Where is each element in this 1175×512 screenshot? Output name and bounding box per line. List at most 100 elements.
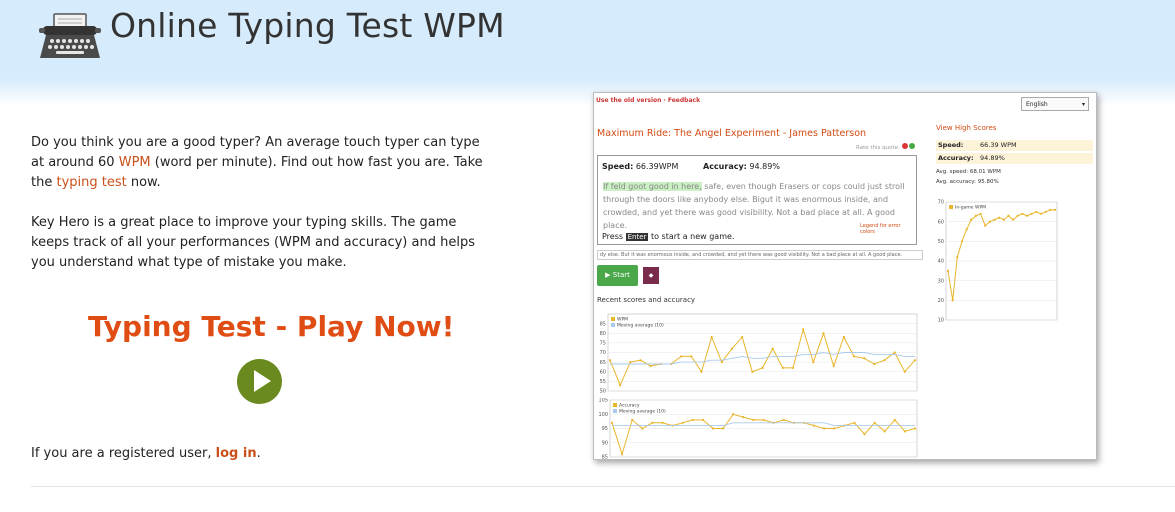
data-point [639,359,642,362]
data-point [1044,210,1047,213]
page-title: Online Typing Test WPM [110,6,505,45]
data-point [741,336,744,339]
view-high-scores-link: View High Scores [936,124,997,132]
intro-text-c: now. [126,175,161,190]
data-point [812,361,815,364]
data-point [690,355,693,358]
hs-speed-value: 66.39 WPM [980,141,1017,149]
data-point [1049,208,1052,211]
data-point [903,370,906,373]
legend-label: Moving average (10) [617,323,664,329]
accuracy-value: 94.89% [749,162,780,171]
data-point [852,355,856,358]
data-point [979,212,982,215]
y-tick-label: 70 [600,350,606,356]
recent-scores-label: Recent scores and accuracy [597,296,696,304]
intro-paragraph-1: Do you think you are a good typer? An av… [31,133,483,193]
accuracy-label: Accuracy: [703,162,747,171]
data-point [893,418,896,422]
play-icon: ▶ [605,271,611,279]
data-point [720,361,723,364]
typewriter-icon [39,13,101,58]
speed-readout: Speed: 66.39WPM [602,162,678,171]
data-point [762,418,765,422]
data-point [833,427,836,430]
data-point [863,433,866,436]
play-now-link[interactable]: Typing Test - Play Now! [88,310,454,343]
data-point [965,228,968,231]
start-label: Start [612,271,630,279]
data-point [722,427,725,430]
y-tick-label: 65 [600,360,606,366]
login-end: . [256,446,261,461]
y-tick-label: 50 [938,239,944,245]
data-point [1012,218,1015,221]
y-tick-label: 100 [598,412,608,418]
data-point [883,430,886,433]
intro-text: Do you think you are a good typer? An av… [31,133,483,293]
y-tick-label: 60 [600,369,606,375]
press-enter: Press Enter to start a new game. [602,232,734,241]
press-rest: to start a new game. [650,232,735,241]
data-point [732,413,735,416]
data-point [873,362,876,366]
language-value: English [1026,101,1048,108]
y-tick-label: 30 [938,278,944,284]
data-point [791,366,795,369]
hs-accuracy-label: Accuracy: [938,154,974,162]
data-point [913,427,917,430]
data-point [1007,214,1010,217]
login-line: If you are a registered user, log in. [31,446,261,461]
data-point [984,224,987,227]
speed-value: 66.39WPM [635,162,679,171]
wpm-link[interactable]: WPM [119,155,151,170]
play-icon[interactable] [237,359,282,404]
hs-speed-label: Speed: [938,141,964,149]
legend-swatch [949,205,953,209]
y-tick-label: 90 [602,440,608,446]
data-point [873,421,876,424]
data-point [946,269,950,272]
y-tick-label: 95 [602,426,608,432]
data-point [610,421,614,424]
data-point [681,421,684,424]
hs-accuracy-row: Accuracy: 94.89% [936,153,1093,164]
data-point [752,418,755,422]
y-tick-label: 80 [600,331,606,337]
data-point [1053,208,1057,211]
data-point [903,430,906,433]
hs-accuracy-value: 94.89% [980,154,1005,162]
y-tick-label: 50 [600,389,606,393]
language-select: English ▾ [1021,97,1089,111]
login-text: If you are a registered user, [31,446,216,461]
legend-label: WPM [617,317,628,323]
data-point [998,216,1001,219]
data-point [1002,218,1005,221]
data-point [691,418,694,422]
y-tick-label: 85 [602,455,608,459]
rate-quote: Rate this quote: [856,143,916,151]
speed-label: Speed: [602,162,634,171]
typing-test-link[interactable]: typing test [56,175,126,190]
intro-paragraph-2: Key Hero is a great place to improve you… [31,215,475,270]
thumbs-up-icon [909,143,916,149]
legend-label: In-game WPM [955,205,986,211]
data-point [1021,212,1024,215]
data-point [974,214,978,217]
y-tick-label: 40 [938,259,944,265]
data-point [956,255,959,259]
data-point [641,427,644,430]
data-point [629,361,632,364]
y-tick-label: 85 [600,321,606,327]
old-version-link: Use the old version · Feedback [596,97,701,104]
book-title: Maximum Ride: The Angel Experiment - Jam… [597,128,867,139]
y-tick-label: 105 [598,398,608,404]
data-point [701,418,704,422]
login-link[interactable]: log in [216,446,257,461]
data-point [631,418,634,422]
data-point [680,355,683,358]
data-point [761,366,764,369]
data-point [782,418,785,422]
typing-box: Speed: 66.39WPM Accuracy: 94.89% If feld… [597,155,917,245]
data-point [619,384,622,387]
